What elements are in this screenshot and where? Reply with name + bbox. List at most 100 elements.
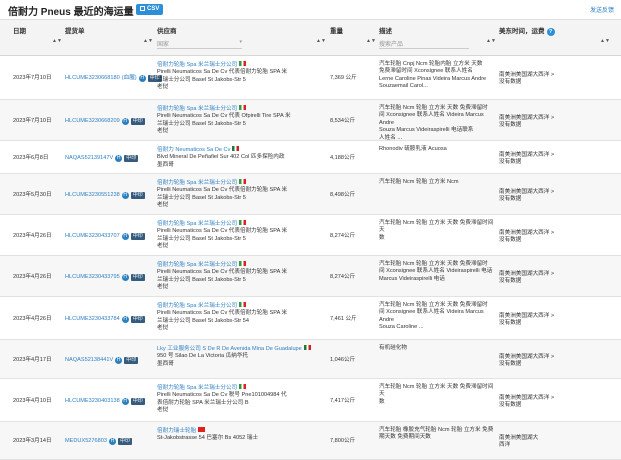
column-description[interactable]: 描述 <box>379 25 392 35</box>
row-description: Rhonodiv 硫胺乳液 Acuosa <box>379 146 497 153</box>
bol-link[interactable]: NAQAS52139147V <box>65 155 113 161</box>
weight-sort-icon[interactable]: ▲▼ <box>366 38 376 44</box>
csv-label: CSV <box>147 6 160 12</box>
row-supplier: 倍耐力轮胎 Spa 米兰瑞士分公司 Pirelli Neumaticos Sa D… <box>157 220 324 251</box>
row-weight: 4,188公斤 <box>330 155 356 161</box>
supplier-address-line: 老挝 <box>157 202 169 209</box>
row-supplier: 倍耐力轮胎 Spa 米兰瑞士分公司 Pirelli Neumaticos Sa D… <box>157 179 324 210</box>
supplier-address-line: 墨西哥 <box>157 360 174 367</box>
supplier-address-line: Pirelli Neumaticos Sa De Cv 代表 Ofpirelli… <box>157 113 291 120</box>
description-line: 间 Xconsignee 联系人姓名 Videira Marcus Andre <box>379 112 484 126</box>
bol-link[interactable]: NAQAS52138441V <box>65 357 113 363</box>
supplier-link[interactable]: 倍耐力轮胎 Spa 米兰瑞士分公司 <box>157 262 237 268</box>
row-destination: 南美洲美国湖大西洋 > 没有数据 <box>499 313 589 328</box>
zh-badge: 中印 <box>117 438 132 445</box>
h-badge: H <box>138 75 146 82</box>
table-row[interactable]: 2023年4月26日 HLCUME3230433795 H 中印 倍耐力轮胎 Spa 米… <box>0 256 621 297</box>
supplier-link[interactable]: 倍耐力轮胎 Spa 米兰瑞士分公司 <box>157 303 237 309</box>
row-destination: 南美洲美国湖大西洋 > 没有数据 <box>499 230 589 245</box>
table-row[interactable]: 2023年3月14日 MEDUX5276803 H 中印 倍耐力瑞士轮胎 St-Jakob… <box>0 422 621 460</box>
bol-link[interactable]: HLCUME3230433707 <box>65 233 120 239</box>
bol-sort-icon[interactable]: ▲▼ <box>143 38 153 44</box>
description-line: 数 <box>379 234 385 241</box>
supplier-link[interactable]: 倍耐力轮胎 Spa 米兰瑞士分公司 <box>157 62 237 68</box>
country-flag-icon <box>239 261 247 266</box>
description-line: 间 Xconsignee 联系人姓名 Videiraspirelli 电话 <box>379 268 493 275</box>
row-supplier: 倍耐力轮胎 Spa 米兰瑞士分公司 Pirelli Neumaticos Sa D… <box>157 105 324 136</box>
row-description: 汽车轮胎 Ncm 轮胎 立方米 天数 免费滞留时间天数 <box>379 220 497 242</box>
row-supplier: Lky 工业服务公司 S De R De Avenida Mina De Gua… <box>157 345 324 368</box>
supplier-address-line: 墨西哥 <box>157 161 174 168</box>
bol-link[interactable]: HLCUME3230433795 <box>65 274 120 280</box>
destination-sort-icon[interactable]: ▲▼ <box>600 38 610 44</box>
supplier-address-line: 兰瑞士分公司 Basel St Jakobs-Str 5 <box>157 194 246 201</box>
row-bol-cell: HLCUME3230668209 H 中印 <box>65 118 145 125</box>
h-badge: H <box>108 438 116 445</box>
table-row[interactable]: 2023年4月10日 HLCUME3230403138 H 中印 倍耐力轮胎 Spa 米… <box>0 379 621 422</box>
table-row[interactable]: 2023年4月26日 HLCUME3230433784 H 中印 倍耐力轮胎 Spa 米… <box>0 297 621 340</box>
description-sort-icon[interactable]: ▲▼ <box>486 38 496 44</box>
bol-link[interactable]: HLCUME3230668209 <box>65 118 120 124</box>
supplier-address-line: Pirelli Neumaticos Sa De Cv 税号 Pne101004… <box>157 392 287 399</box>
row-description: 汽车轮胎 Ncm 轮胎 立方米 天数 免费滞留时间 Xconsignee 联系人… <box>379 261 497 283</box>
bol-link[interactable]: HLCUME3230668180 <box>65 75 120 81</box>
table-row[interactable]: 2023年4月17日 NAQAS52138441V H 中印 Lky 工业服务公司 S … <box>0 340 621 379</box>
column-date[interactable]: 日期 <box>13 25 26 35</box>
supplier-link[interactable]: Lky 工业服务公司 S De R De Avenida Mina De Gua… <box>157 346 302 352</box>
destination-line[interactable]: 南美洲美国湖大 <box>499 435 589 442</box>
csv-download-button[interactable]: CSV <box>136 4 164 15</box>
supplier-sort-icon[interactable]: ▲▼ <box>316 38 326 44</box>
row-description: 有机硅化物 <box>379 345 497 352</box>
h-badge: H <box>121 316 129 323</box>
destination-line: 没有数据 <box>499 79 522 86</box>
supplier-address-line: 950 号 Silao De La Victoria 瓜纳华托 <box>157 353 248 360</box>
supplier-link[interactable]: 倍耐力轮胎 Spa 米兰瑞士分公司 <box>157 221 237 227</box>
destination-line: 没有数据 <box>499 196 522 203</box>
supplier-link[interactable]: 倍耐力瑞士轮胎 <box>157 428 196 434</box>
table-row[interactable]: 2023年5月30日 HLCUME3230551238 H 中印 倍耐力轮胎 Spa 米… <box>0 174 621 215</box>
row-bol-cell: HLCUME3230433784 H 中印 <box>65 316 145 323</box>
row-destination: 南美洲美国湖大 西洋 <box>499 435 589 450</box>
description-line: 汽车轮胎 Ncm 轮胎 立方米 天数 免费滞留时间天 <box>379 384 494 398</box>
table-row[interactable]: 2023年6月8日 NAQAS52139147V H 中印 倍耐力 Neumaticos… <box>0 141 621 174</box>
row-bol-cell: HLCUME3230551238 H 中印 <box>65 192 145 199</box>
supplier-address-line: 老挝 <box>157 243 169 250</box>
bol-link[interactable]: HLCUME3230551238 <box>65 192 120 198</box>
zh-badge: 中印 <box>130 233 145 240</box>
row-weight: 8,274公斤 <box>330 233 356 239</box>
column-destination[interactable]: 美东时间，运费? <box>499 25 555 36</box>
row-destination: 南美洲美国湖大西洋 > 没有数据 <box>499 115 589 130</box>
row-description: 汽车轮胎 橡胶充气轮胎 Ncm 轮胎 立方米 免费 期天数 免费期间天数 <box>379 427 497 442</box>
table-row[interactable]: 2023年7月10日 HLCUME3230668209 H 中印 倍耐力轮胎 Spa 米… <box>0 100 621 141</box>
supplier-link[interactable]: 倍耐力轮胎 Spa 米兰瑞士分公司 <box>157 106 237 112</box>
date-sort-icon[interactable]: ▲▼ <box>52 38 62 44</box>
column-supplier[interactable]: 供应商 <box>157 25 177 35</box>
row-supplier: 倍耐力轮胎 Spa 米兰瑞士分公司 Pirelli Neumaticos Sa D… <box>157 261 324 292</box>
supplier-link[interactable]: 倍耐力轮胎 Spa 米兰瑞士分公司 <box>157 180 237 186</box>
column-bol[interactable]: 提货单 <box>65 25 85 35</box>
row-date: 2023年4月17日 <box>13 357 52 363</box>
bol-link[interactable]: MEDUX5276803 <box>65 438 107 444</box>
feedback-link[interactable]: 发送反馈 <box>590 5 614 14</box>
bol-link[interactable]: HLCUME3230403138 <box>65 398 120 404</box>
supplier-link[interactable]: 倍耐力 Neumaticos Sa De Cv <box>157 147 230 153</box>
supplier-country-filter[interactable]: 国家 ▾ <box>157 39 242 49</box>
table-row[interactable]: 2023年4月26日 HLCUME3230433707 H 中印 倍耐力轮胎 Spa 米… <box>0 215 621 256</box>
table-row[interactable]: 2023年7月10日 HLCUME3230668180 (血腥) H 中印 倍耐力轮胎 S… <box>0 56 621 100</box>
country-flag-icon <box>239 220 247 225</box>
description-search-input[interactable]: 搜索产品 <box>379 39 469 49</box>
column-weight[interactable]: 重量 <box>330 25 343 35</box>
row-destination: 南美洲美国湖大西洋 > 没有数据 <box>499 189 589 204</box>
supplier-address-line: 兰瑞士分公司 Basel St Jakobs-Str 5 <box>157 76 246 83</box>
help-icon[interactable]: ? <box>546 28 555 36</box>
description-line: Souzaemail Carol... <box>379 83 428 90</box>
description-line: 间 Xconsignee 联系人姓名 Videira Marcus Andre <box>379 309 484 323</box>
supplier-address-line: 老挝 <box>157 407 169 414</box>
supplier-address-line: 表倍耐力轮胎 SPA 米兰瑞士分公司 B <box>157 399 249 406</box>
row-date: 2023年6月8日 <box>13 155 49 161</box>
supplier-link[interactable]: 倍耐力轮胎 Spa 米兰瑞士分公司 <box>157 385 237 391</box>
bol-link[interactable]: HLCUME3230433784 <box>65 316 120 322</box>
supplier-address-line: Pirelli Neumaticos Sa De Cv 代表倍耐力轮胎 SPA … <box>157 310 288 317</box>
row-destination: 南美洲美国湖大西洋 > 没有数据 <box>499 72 589 87</box>
destination-line: 没有数据 <box>499 320 522 327</box>
